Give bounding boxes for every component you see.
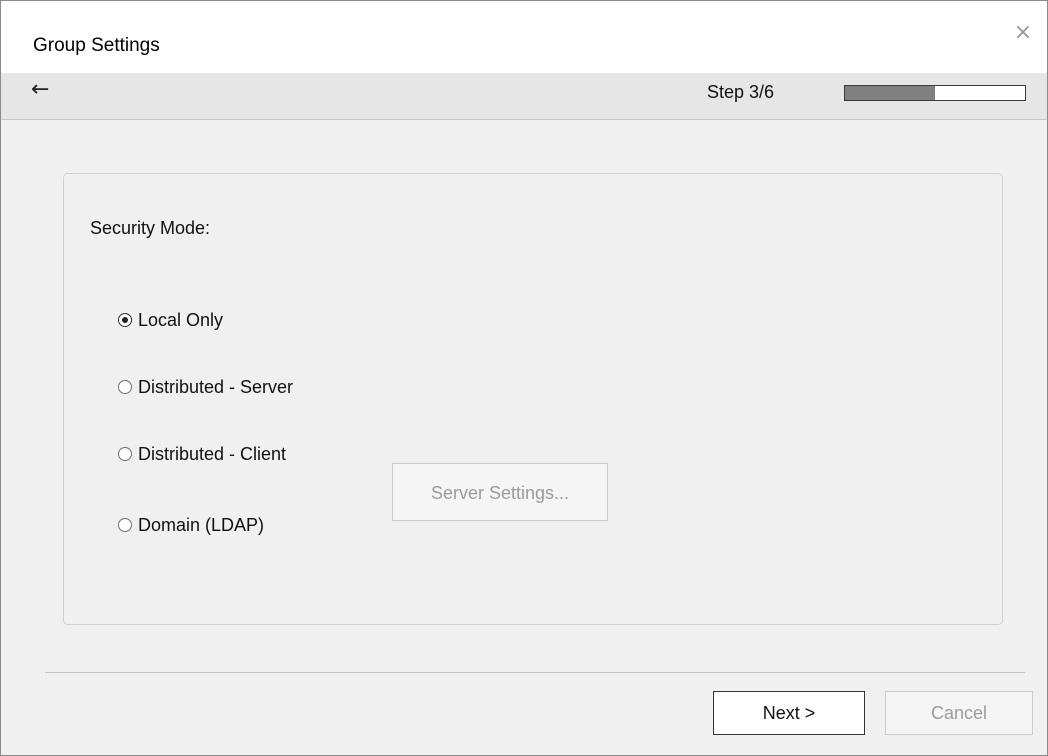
security-mode-panel: Security Mode: Local Only Distributed - … <box>63 173 1003 625</box>
radio-button-icon[interactable] <box>118 313 132 327</box>
radio-domain-ldap[interactable]: Domain (LDAP) <box>118 513 264 537</box>
footer-divider <box>45 672 1025 673</box>
radio-label: Distributed - Client <box>138 443 287 464</box>
back-arrow-icon[interactable]: ← <box>31 78 55 102</box>
radio-distributed-server[interactable]: Distributed - Server <box>118 375 293 399</box>
cancel-button[interactable]: Cancel <box>885 691 1033 735</box>
server-settings-button[interactable]: Server Settings... <box>392 463 608 521</box>
radio-label: Local Only <box>138 309 224 330</box>
progress-bar-fill <box>845 86 935 100</box>
dialog-title: Group Settings <box>33 35 160 56</box>
radio-button-icon[interactable] <box>118 447 132 461</box>
dialog-window: Group Settings × ← Step 3/6 Security Mod… <box>0 0 1048 756</box>
radio-button-icon[interactable] <box>118 380 132 394</box>
next-button[interactable]: Next > <box>713 691 865 735</box>
radio-local-only[interactable]: Local Only <box>118 308 223 332</box>
radio-button-icon[interactable] <box>118 518 132 532</box>
step-indicator: Step 3/6 <box>707 82 775 102</box>
progress-bar <box>844 85 1026 101</box>
step-navigation-bar: ← Step 3/6 <box>1 73 1047 120</box>
radio-selected-dot <box>122 317 128 323</box>
close-icon[interactable]: × <box>1009 19 1037 47</box>
security-mode-label: Security Mode: <box>90 218 211 238</box>
title-bar: Group Settings × <box>1 1 1047 73</box>
radio-label: Distributed - Server <box>138 376 294 397</box>
radio-distributed-client[interactable]: Distributed - Client <box>118 442 286 466</box>
radio-label: Domain (LDAP) <box>138 514 265 535</box>
